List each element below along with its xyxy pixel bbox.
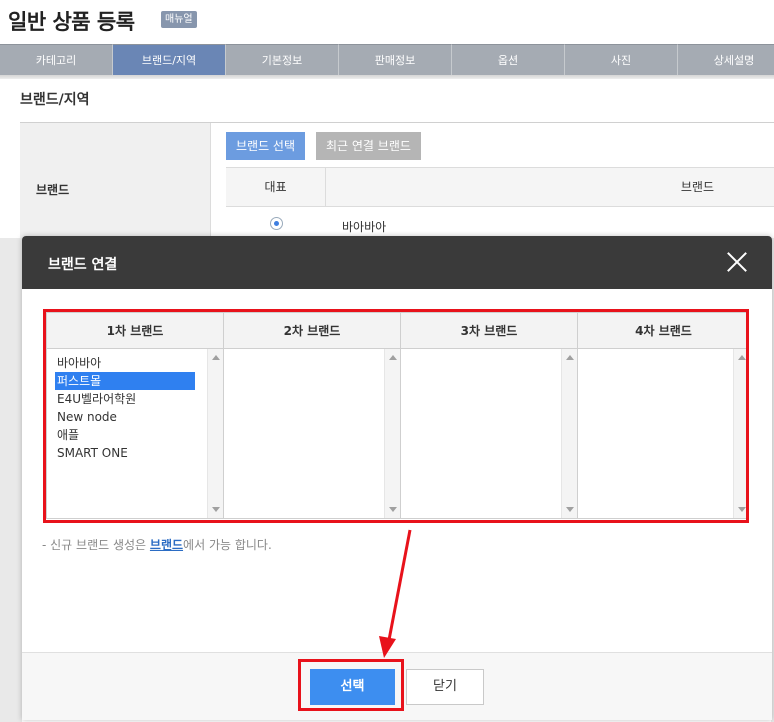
- step-tabs: 카테고리 브랜드/지역 기본정보 판매정보 옵션 사진 상세설명: [0, 44, 774, 75]
- brand-row-name: 바아바아: [342, 220, 387, 234]
- modal-header: 브랜드 연결: [22, 236, 772, 289]
- help-prefix: - 신규 브랜드 생성은: [42, 538, 150, 552]
- page-title: 일반 상품 등록: [8, 10, 135, 34]
- modal-title: 브랜드 연결: [48, 257, 118, 273]
- brand-label: 브랜드: [36, 183, 70, 197]
- tab-sales-info[interactable]: 판매정보: [339, 44, 452, 75]
- tab-brand-region[interactable]: 브랜드/지역: [113, 44, 226, 75]
- representative-radio[interactable]: [270, 217, 283, 230]
- tab-basic-info[interactable]: 기본정보: [226, 44, 339, 75]
- brand-panel: 브랜드 브랜드 선택 최근 연결 브랜드 대표 브랜드 바아바아: [20, 122, 774, 239]
- brand-label-cell: 브랜드: [20, 123, 211, 239]
- section-title: 브랜드/지역: [20, 92, 90, 108]
- tab-category[interactable]: 카테고리: [0, 44, 113, 75]
- highlight-box-select: [298, 659, 404, 711]
- tab-shadow: [0, 75, 774, 79]
- brand-table-header: 대표 브랜드: [226, 167, 774, 207]
- tab-photos[interactable]: 사진: [565, 44, 678, 75]
- tab-options[interactable]: 옵션: [452, 44, 565, 75]
- close-button[interactable]: 닫기: [406, 669, 484, 705]
- help-text: - 신규 브랜드 생성은 브랜드에서 가능 합니다.: [42, 536, 272, 553]
- background-strip-left: [0, 238, 22, 722]
- column-header-brand: 브랜드: [680, 180, 714, 194]
- column-header-rep: 대표: [226, 168, 326, 206]
- close-icon[interactable]: [726, 251, 748, 273]
- brand-link[interactable]: 브랜드: [150, 538, 183, 552]
- recent-brand-button[interactable]: 최근 연결 브랜드: [316, 132, 421, 160]
- brand-select-button[interactable]: 브랜드 선택: [226, 132, 306, 160]
- tab-description[interactable]: 상세설명: [678, 44, 774, 75]
- highlight-box-grid: [43, 309, 749, 523]
- manual-badge[interactable]: 매뉴얼: [161, 11, 197, 28]
- help-suffix: 에서 가능 합니다.: [183, 538, 272, 552]
